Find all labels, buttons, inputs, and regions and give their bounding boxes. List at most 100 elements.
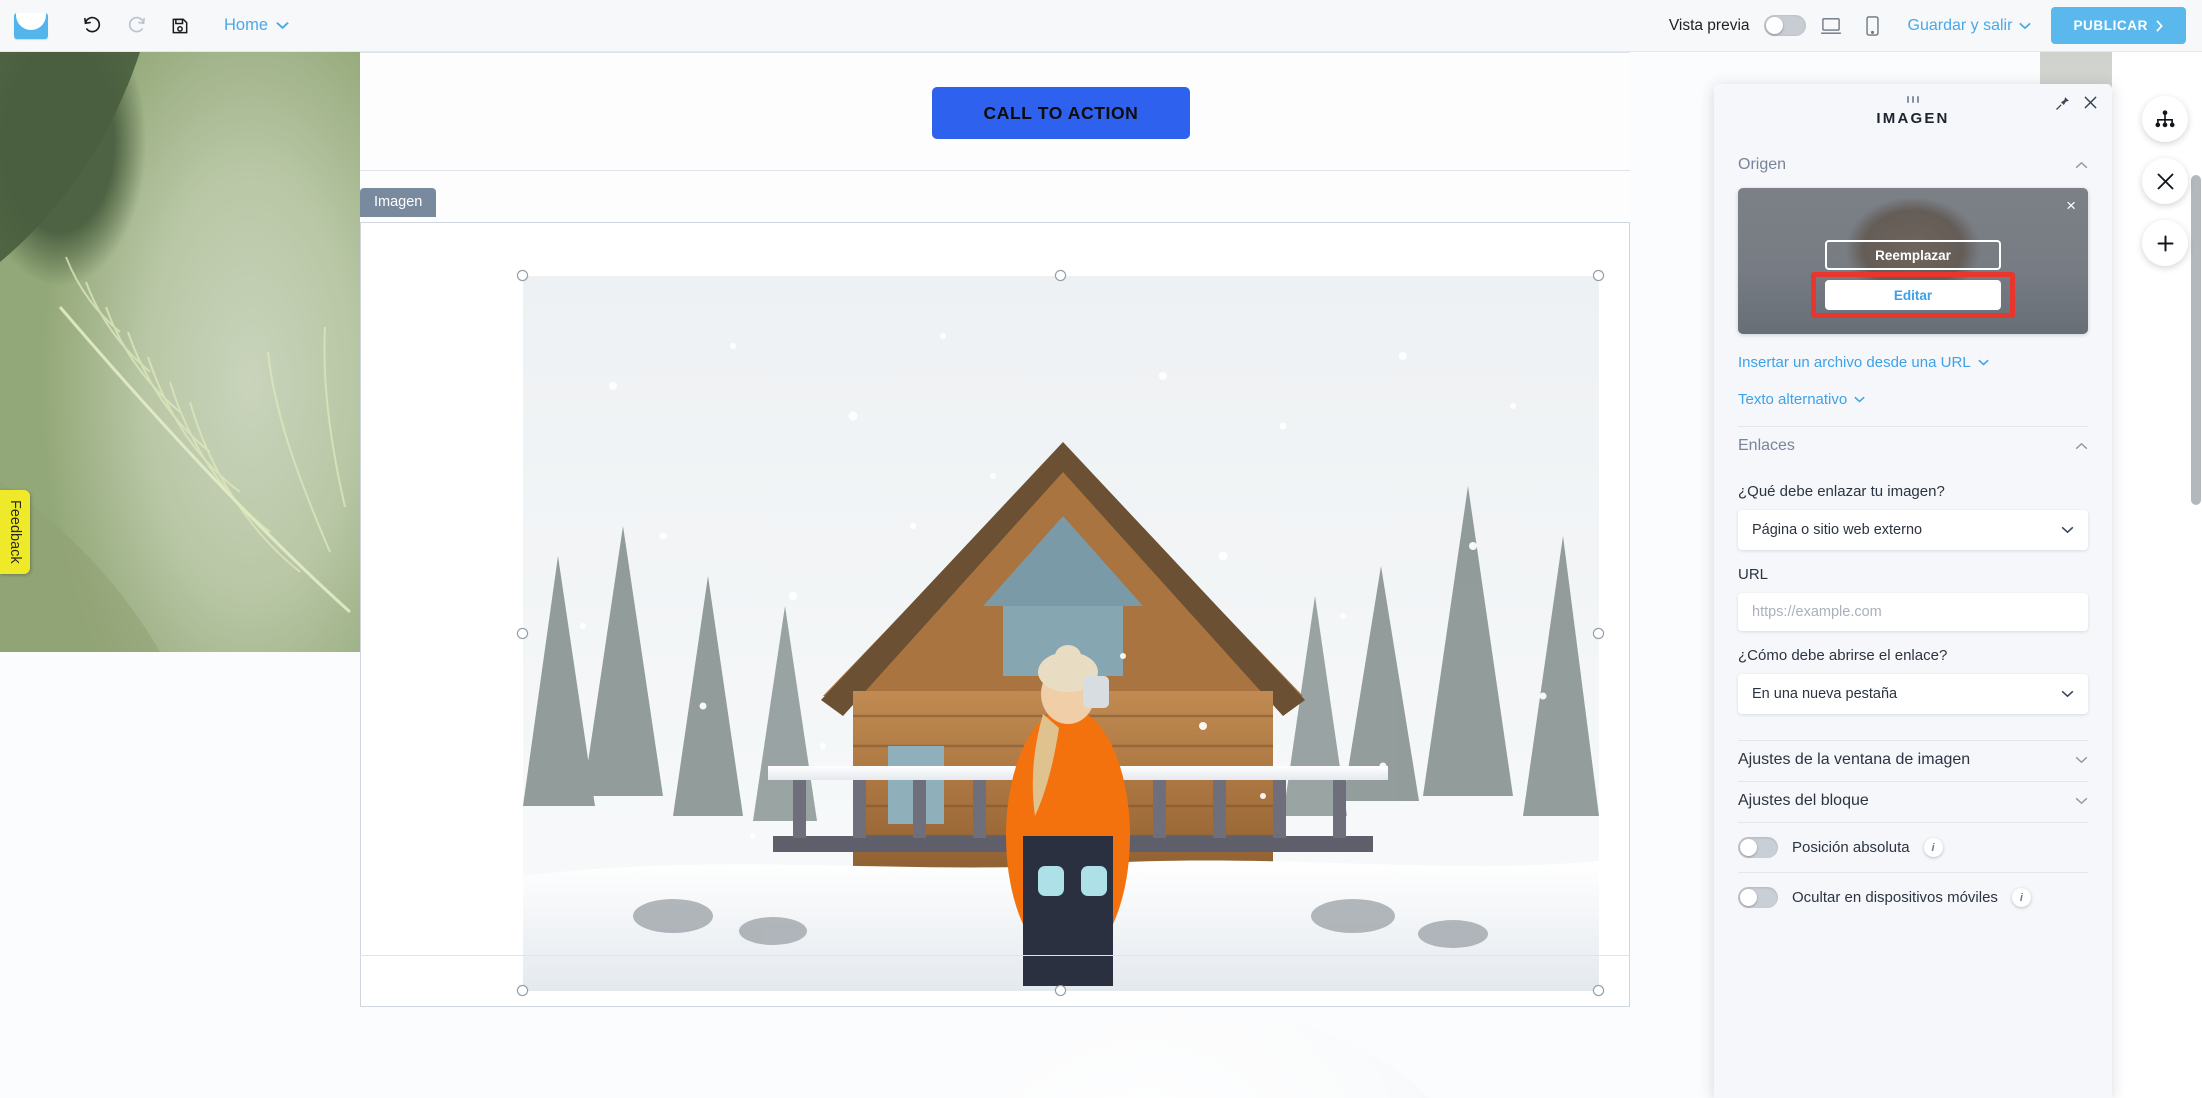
close-icon xyxy=(2084,96,2097,109)
structure-button[interactable] xyxy=(2142,96,2188,142)
canvas-scrollbar-thumb[interactable] xyxy=(2191,175,2201,505)
chevron-down-icon xyxy=(1854,396,1865,403)
how-open-link-label: ¿Cómo debe abrirse el enlace? xyxy=(1738,647,1948,664)
block-divider-bottom xyxy=(360,955,1630,956)
snowball-decorative-image xyxy=(905,1012,1525,1098)
selection-handle-middle-right[interactable] xyxy=(1593,628,1604,639)
selection-handle-top-right[interactable] xyxy=(1593,270,1604,281)
undo-button[interactable] xyxy=(70,9,114,43)
mobile-view-button[interactable] xyxy=(1856,9,1890,43)
leaf-vein-detail xyxy=(0,52,352,652)
add-block-button[interactable] xyxy=(2142,220,2188,266)
hide-on-mobile-row: Ocultar en dispositivos móviles i xyxy=(1714,873,2112,922)
link-target-select[interactable]: Página o sitio web externo xyxy=(1738,510,2088,550)
hide-on-mobile-toggle[interactable] xyxy=(1738,887,1778,908)
desktop-icon xyxy=(1820,17,1841,34)
save-icon xyxy=(172,18,188,33)
top-toolbar: Home Vista previa Guardar y salir PUBLIC… xyxy=(0,0,2202,52)
close-panel-button[interactable] xyxy=(2083,95,2098,115)
chevron-down-icon xyxy=(2061,526,2074,534)
info-icon[interactable]: i xyxy=(1923,838,1943,857)
publish-button[interactable]: PUBLICAR xyxy=(2051,7,2186,44)
feedback-tab[interactable]: Feedback xyxy=(0,490,30,574)
chevron-down-icon xyxy=(2019,22,2032,29)
absolute-position-toggle[interactable] xyxy=(1738,837,1778,858)
chevron-right-icon xyxy=(2156,19,2163,32)
preview-label: Vista previa xyxy=(1668,16,1750,34)
redo-icon xyxy=(128,16,145,33)
selection-handle-bottom-right[interactable] xyxy=(1593,985,1604,996)
toggle-knob xyxy=(1740,839,1757,856)
replace-image-button[interactable]: Reemplazar xyxy=(1825,240,2001,270)
publish-label: PUBLICAR xyxy=(2073,18,2148,33)
image-thumbnail-preview[interactable]: × Reemplazar Editar xyxy=(1738,188,2088,334)
chevron-down-icon xyxy=(2061,690,2074,698)
selection-handle-bottom-center[interactable] xyxy=(1055,985,1066,996)
alt-text-label: Texto alternativo xyxy=(1738,391,1848,408)
undo-icon xyxy=(83,16,100,33)
image-settings-panel: IMAGEN Origen × Reemplazar Editar Insert… xyxy=(1714,84,2112,1098)
save-button[interactable] xyxy=(158,9,202,43)
redo-button[interactable] xyxy=(114,9,158,43)
toggle-knob xyxy=(1740,889,1757,906)
floating-action-buttons xyxy=(2142,96,2188,266)
section-bloque-title: Ajustes del bloque xyxy=(1738,792,1869,809)
preview-toggle-knob xyxy=(1765,17,1783,34)
insert-file-from-url-label: Insertar un archivo desde una URL xyxy=(1738,354,1971,371)
cabin-photo-art xyxy=(523,276,1599,991)
selection-handle-middle-left[interactable] xyxy=(517,628,528,639)
alt-text-link[interactable]: Texto alternativo xyxy=(1714,391,2112,408)
section-enlaces-title: Enlaces xyxy=(1738,437,1795,454)
info-icon[interactable]: i xyxy=(2011,888,2031,907)
call-to-action-button[interactable]: CALL TO ACTION xyxy=(932,87,1190,139)
mobile-icon xyxy=(1866,15,1879,36)
canvas-image-cabin-snow[interactable] xyxy=(523,276,1599,991)
section-ventana-header[interactable]: Ajustes de la ventana de imagen xyxy=(1714,741,2112,781)
panel-header: IMAGEN xyxy=(1714,84,2112,146)
chevron-up-icon xyxy=(2075,161,2088,169)
block-divider-cta xyxy=(360,170,1630,171)
absolute-position-label: Posición absoluta xyxy=(1792,839,1910,856)
pin-icon xyxy=(2056,97,2069,110)
selection-handle-top-center[interactable] xyxy=(1055,270,1066,281)
url-input[interactable] xyxy=(1738,593,2088,631)
mail-logo-icon[interactable] xyxy=(14,12,48,39)
pin-panel-button[interactable] xyxy=(2055,96,2070,116)
link-open-mode-select[interactable]: En una nueva pestaña xyxy=(1738,674,2088,714)
link-target-value: Página o sitio web externo xyxy=(1752,522,1923,538)
section-origen-title: Origen xyxy=(1738,156,1787,173)
chevron-down-icon xyxy=(2075,756,2088,764)
chevron-down-icon xyxy=(2075,797,2088,805)
link-open-mode-value: En una nueva pestaña xyxy=(1752,686,1898,702)
selected-block-tag: Imagen xyxy=(360,188,437,217)
panel-drag-handle[interactable] xyxy=(1907,96,1919,103)
preview-toggle[interactable] xyxy=(1763,15,1806,36)
save-and-exit-dropdown[interactable]: Guardar y salir xyxy=(1908,17,2032,35)
panel-title: IMAGEN xyxy=(1876,110,1950,127)
selection-handle-bottom-left[interactable] xyxy=(517,985,528,996)
delete-block-button[interactable] xyxy=(2142,158,2188,204)
url-field-label: URL xyxy=(1738,566,1769,583)
hide-on-mobile-label: Ocultar en dispositivos móviles xyxy=(1792,889,1998,906)
section-enlaces-header[interactable]: Enlaces xyxy=(1714,427,2112,467)
remove-image-button[interactable]: × xyxy=(2066,197,2076,214)
edit-image-button[interactable]: Editar xyxy=(1825,280,2001,310)
section-bloque-header[interactable]: Ajustes del bloque xyxy=(1714,782,2112,822)
absolute-position-row: Posición absoluta i xyxy=(1714,823,2112,872)
home-dropdown[interactable]: Home xyxy=(224,16,289,35)
structure-icon xyxy=(2155,110,2175,128)
chevron-down-icon xyxy=(276,22,289,30)
chevron-down-icon xyxy=(1977,359,1989,366)
desktop-view-button[interactable] xyxy=(1814,9,1848,43)
leaf-background-image xyxy=(0,52,360,652)
chevron-up-icon xyxy=(2075,442,2088,450)
what-should-link-label: ¿Qué debe enlazar tu imagen? xyxy=(1738,483,1945,500)
close-icon xyxy=(2157,173,2173,189)
block-divider-top xyxy=(360,52,1630,53)
selection-handle-top-left[interactable] xyxy=(517,270,528,281)
section-ventana-title: Ajustes de la ventana de imagen xyxy=(1738,751,1971,768)
insert-file-from-url-link[interactable]: Insertar un archivo desde una URL xyxy=(1714,354,2112,371)
home-label: Home xyxy=(224,16,269,34)
section-origen-header[interactable]: Origen xyxy=(1714,146,2112,186)
save-and-exit-label: Guardar y salir xyxy=(1907,16,2013,34)
